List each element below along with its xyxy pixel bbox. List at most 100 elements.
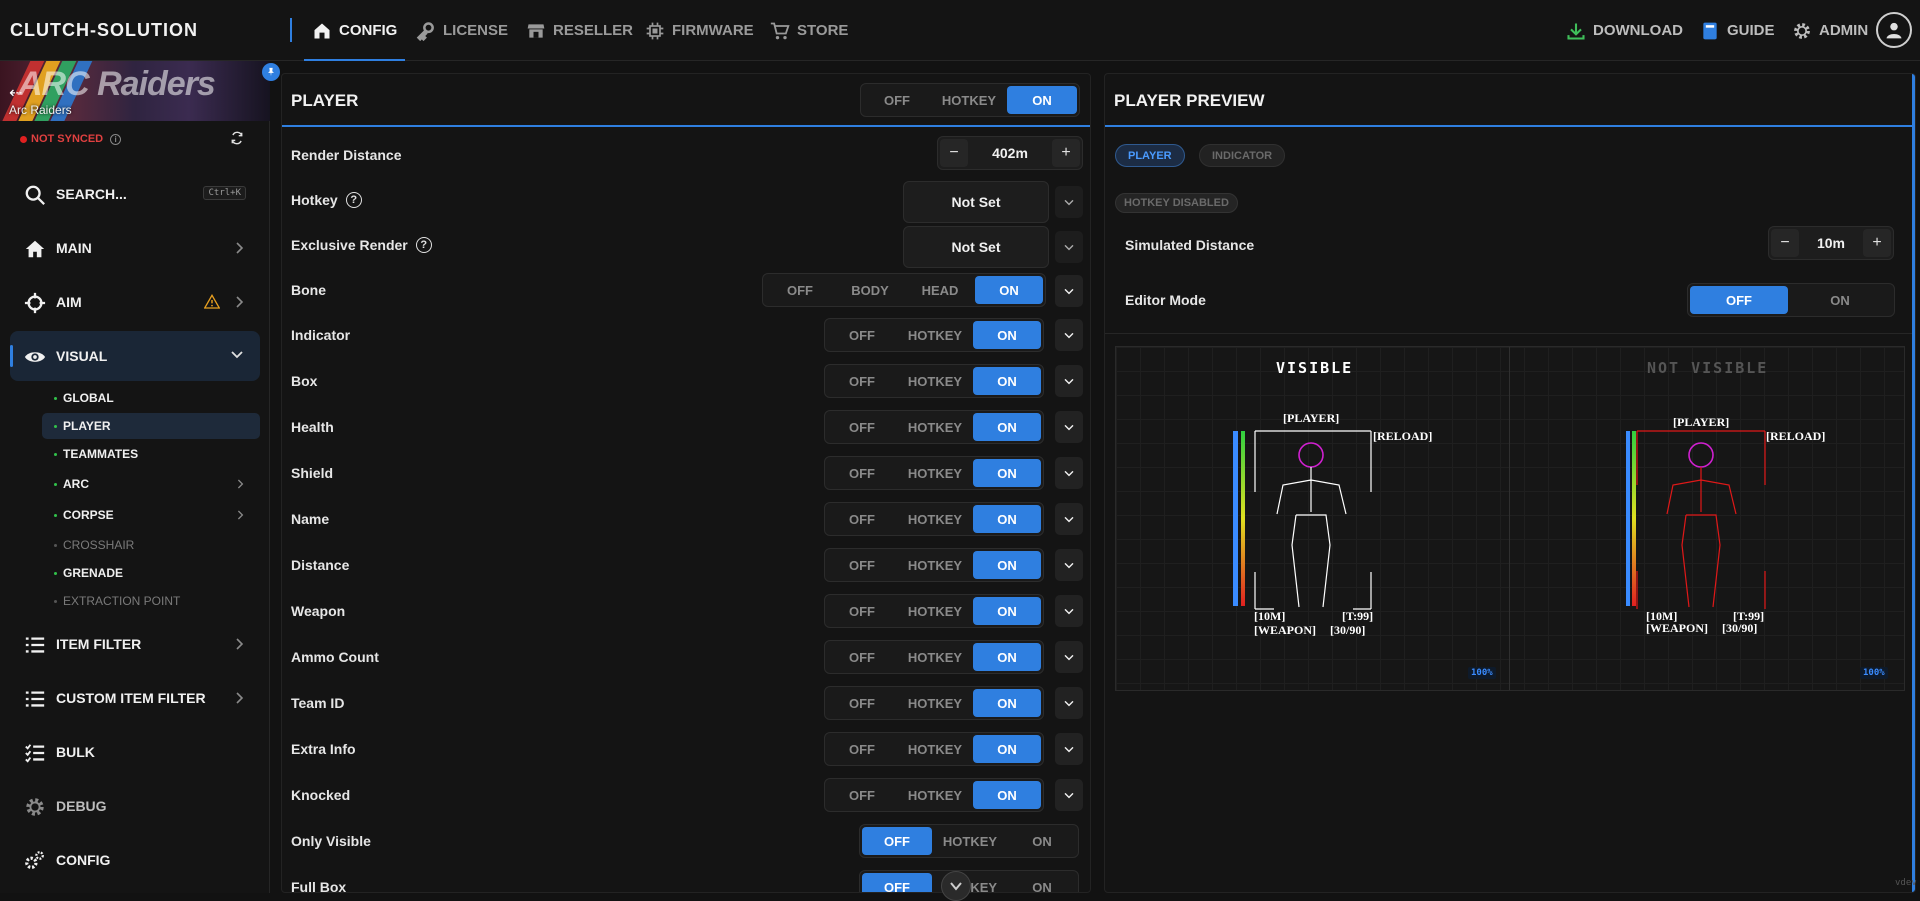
pin-icon[interactable] <box>262 63 280 81</box>
ammo-count-hotkey-option[interactable]: HOTKEY <box>897 643 973 671</box>
full-box-off-option[interactable]: OFF <box>862 873 932 892</box>
avatar[interactable] <box>1876 12 1912 48</box>
sidebar-item-visual[interactable]: VISUAL <box>10 331 260 381</box>
increment-button[interactable]: + <box>1863 229 1891 257</box>
master-hotkey-option[interactable]: HOTKEY <box>931 86 1007 114</box>
sidebar-subitem-arc[interactable]: ARC <box>42 471 260 497</box>
weapon-expand-button[interactable] <box>1055 595 1083 627</box>
refresh-icon[interactable] <box>230 131 244 145</box>
team-id-expand-button[interactable] <box>1055 687 1083 719</box>
bone-on-option[interactable]: ON <box>975 276 1043 304</box>
sidebar-subitem-global[interactable]: GLOBAL <box>42 385 260 411</box>
sidebar-item-aim[interactable]: AIM <box>10 277 260 327</box>
box-on-option[interactable]: ON <box>973 367 1041 395</box>
sidebar-item-main[interactable]: MAIN <box>10 223 260 273</box>
sidebar-item-bulk[interactable]: BULK <box>10 727 260 777</box>
back-arrow-icon[interactable]: ⇠ <box>9 83 22 103</box>
ammo-count-on-option[interactable]: ON <box>973 643 1041 671</box>
extra-info-off-option[interactable]: OFF <box>827 735 897 763</box>
health-hotkey-option[interactable]: HOTKEY <box>897 413 973 441</box>
tab-store[interactable]: STORE <box>770 0 848 61</box>
ammo-count-off-option[interactable]: OFF <box>827 643 897 671</box>
sidebar-item-config[interactable]: CONFIG <box>10 835 260 885</box>
weapon-hotkey-option[interactable]: HOTKEY <box>897 597 973 625</box>
help-icon[interactable]: ? <box>345 192 362 208</box>
weapon-off-option[interactable]: OFF <box>827 597 897 625</box>
name-on-option[interactable]: ON <box>973 505 1041 533</box>
box-hotkey-option[interactable]: HOTKEY <box>897 367 973 395</box>
guide-button[interactable]: GUIDE <box>1700 0 1775 61</box>
box-off-option[interactable]: OFF <box>827 367 897 395</box>
bone-expand-button[interactable] <box>1055 275 1083 307</box>
ammo-count-expand-button[interactable] <box>1055 641 1083 673</box>
indicator-off-option[interactable]: OFF <box>827 321 897 349</box>
bone-off-option[interactable]: OFF <box>765 276 835 304</box>
hotkey-expand-button[interactable] <box>1055 186 1083 218</box>
bone-body-option[interactable]: BODY <box>835 276 905 304</box>
name-expand-button[interactable] <box>1055 503 1083 535</box>
shield-expand-button[interactable] <box>1055 457 1083 489</box>
team-id-on-option[interactable]: ON <box>973 689 1041 717</box>
only-visible-off-option[interactable]: OFF <box>862 827 932 855</box>
distance-expand-button[interactable] <box>1055 549 1083 581</box>
tab-config[interactable]: CONFIG <box>304 0 406 61</box>
extra-info-on-option[interactable]: ON <box>973 735 1041 763</box>
admin-button[interactable]: ADMIN <box>1792 0 1868 61</box>
knocked-off-option[interactable]: OFF <box>827 781 897 809</box>
sidebar-item-debug[interactable]: DEBUG <box>10 781 260 831</box>
master-on-option[interactable]: ON <box>1007 86 1077 114</box>
extra-info-expand-button[interactable] <box>1055 733 1083 765</box>
game-banner[interactable]: ARC Raiders ⇠ Arc Raiders <box>0 61 270 121</box>
tab-reseller[interactable]: RESELLER <box>526 0 633 61</box>
knocked-hotkey-option[interactable]: HOTKEY <box>897 781 973 809</box>
health-off-option[interactable]: OFF <box>827 413 897 441</box>
sidebar-subitem-player[interactable]: PLAYER <box>42 413 260 439</box>
sidebar-subitem-corpse[interactable]: CORPSE <box>42 502 260 528</box>
shield-hotkey-option[interactable]: HOTKEY <box>897 459 973 487</box>
simulated-distance-value[interactable]: 10m <box>1801 235 1861 251</box>
shield-on-option[interactable]: ON <box>973 459 1041 487</box>
tab-firmware[interactable]: FIRMWARE <box>645 0 754 61</box>
master-off-option[interactable]: OFF <box>863 86 931 114</box>
decrement-button[interactable]: − <box>940 139 968 167</box>
name-hotkey-option[interactable]: HOTKEY <box>897 505 973 533</box>
exclusive-render-expand-button[interactable] <box>1055 231 1083 263</box>
only-visible-hotkey-option[interactable]: HOTKEY <box>932 827 1008 855</box>
render-distance-value[interactable]: 402m <box>970 145 1050 161</box>
knocked-expand-button[interactable] <box>1055 779 1083 811</box>
increment-button[interactable]: + <box>1052 139 1080 167</box>
download-button[interactable]: DOWNLOAD <box>1566 0 1683 61</box>
esp-preview-canvas[interactable]: VISIBLE [PLAYER] [RELOAD] [10M] [T:99] [… <box>1115 346 1905 691</box>
hotkey-select[interactable]: Not Set <box>903 181 1049 223</box>
distance-hotkey-option[interactable]: HOTKEY <box>897 551 973 579</box>
health-expand-button[interactable] <box>1055 411 1083 443</box>
indicator-on-option[interactable]: ON <box>973 321 1041 349</box>
weapon-on-option[interactable]: ON <box>973 597 1041 625</box>
sidebar-subitem-crosshair[interactable]: CROSSHAIR <box>42 532 260 558</box>
sidebar-item-custom-item-filter[interactable]: CUSTOM ITEM FILTER <box>10 673 260 723</box>
indicator-expand-button[interactable] <box>1055 319 1083 351</box>
full-box-on-option[interactable]: ON <box>1008 873 1076 893</box>
team-id-off-option[interactable]: OFF <box>827 689 897 717</box>
sidebar-item-item-filter[interactable]: ITEM FILTER <box>10 619 260 669</box>
editor-mode-on-option[interactable]: ON <box>1788 286 1892 314</box>
sidebar-subitem-teammates[interactable]: TEAMMATES <box>42 441 260 467</box>
decrement-button[interactable]: − <box>1771 229 1799 257</box>
team-id-hotkey-option[interactable]: HOTKEY <box>897 689 973 717</box>
name-off-option[interactable]: OFF <box>827 505 897 533</box>
indicator-hotkey-option[interactable]: HOTKEY <box>897 321 973 349</box>
sidebar-subitem-extraction-point[interactable]: EXTRACTION POINT <box>42 588 260 614</box>
preview-tab-player[interactable]: PLAYER <box>1115 144 1185 167</box>
only-visible-on-option[interactable]: ON <box>1008 827 1076 855</box>
distance-off-option[interactable]: OFF <box>827 551 897 579</box>
bone-head-option[interactable]: HEAD <box>905 276 975 304</box>
preview-tab-indicator[interactable]: INDICATOR <box>1199 144 1286 167</box>
distance-on-option[interactable]: ON <box>973 551 1041 579</box>
knocked-on-option[interactable]: ON <box>973 781 1041 809</box>
box-expand-button[interactable] <box>1055 365 1083 397</box>
exclusive-render-select[interactable]: Not Set <box>903 226 1049 268</box>
shield-off-option[interactable]: OFF <box>827 459 897 487</box>
search-button[interactable]: SEARCH... Ctrl+K <box>10 169 260 219</box>
tab-license[interactable]: LICENSE <box>416 0 508 61</box>
info-icon[interactable]: i <box>110 133 122 145</box>
